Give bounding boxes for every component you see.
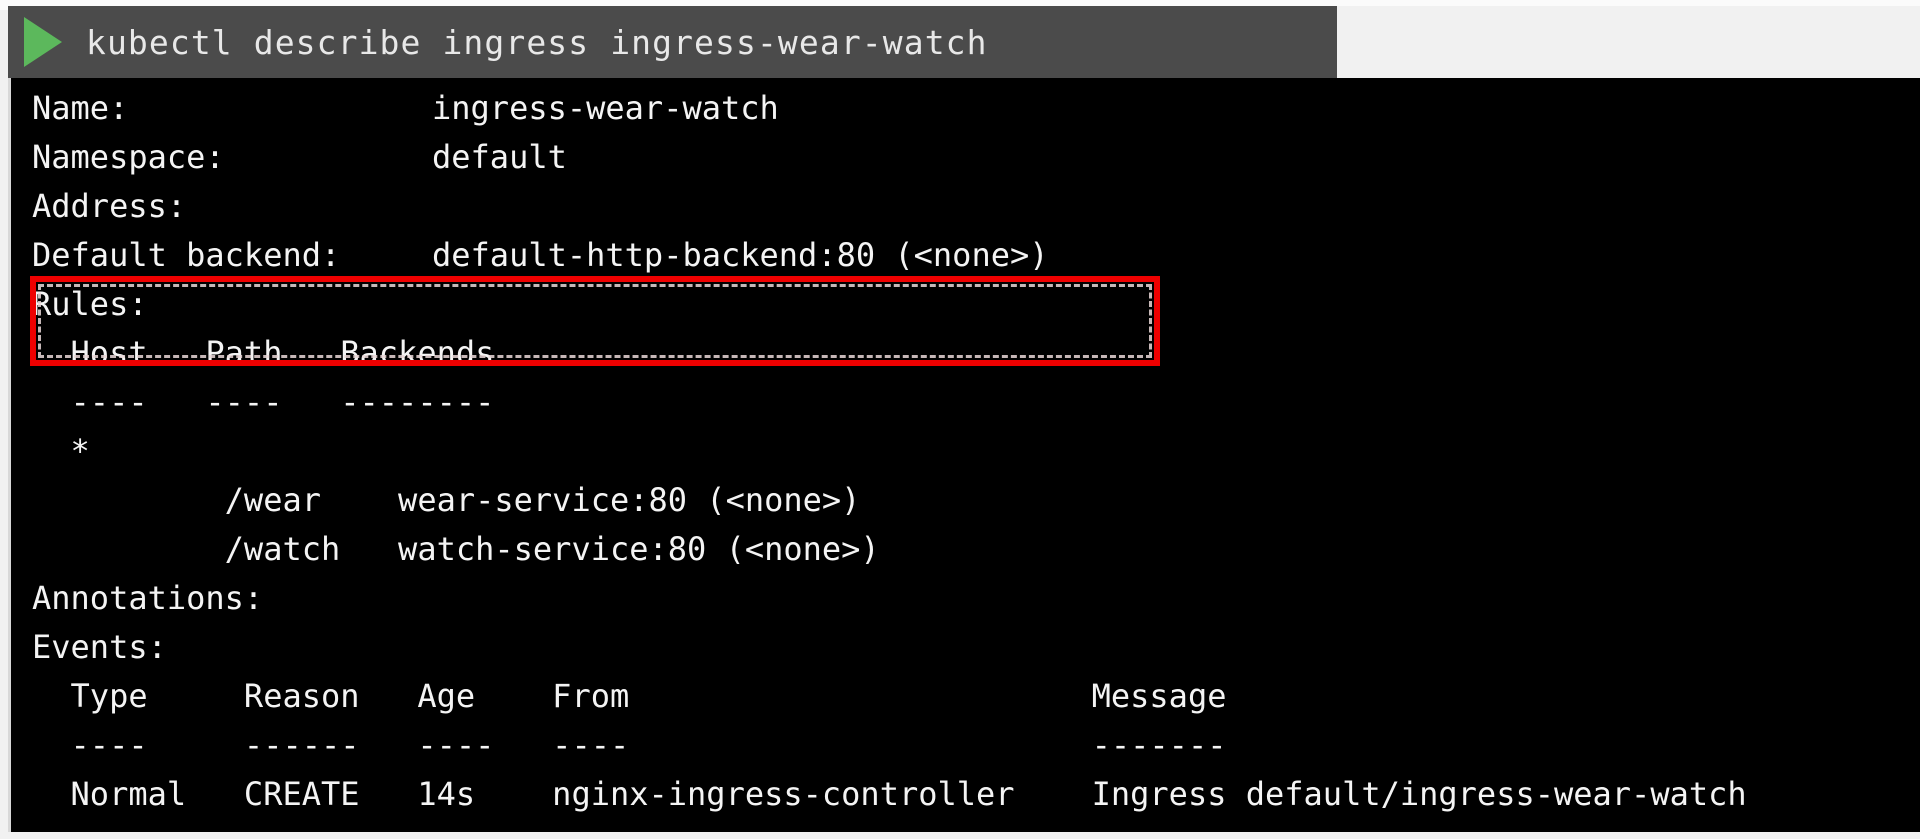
line-name: Name: ingress-wear-watch [32,84,1912,133]
label-name: Name: [32,89,129,127]
value-namespace: default [432,138,567,176]
rules-table-header: Host Path Backends [32,334,495,372]
rules-row-wear: /wear wear-service:80 (<none>) [32,481,861,519]
terminal-left-edge [8,78,11,832]
label-events: Events: [32,628,167,666]
events-table-row: Normal CREATE 14s nginx-ingress-controll… [32,775,1747,813]
events-table-header: Type Reason Age From Message [32,677,1227,715]
right-blank-panel [1337,6,1920,80]
label-annotations: Annotations: [32,579,264,617]
terminal-lines: Name: ingress-wear-watch Namespace: defaul… [32,84,1912,819]
rules-row-watch: /watch watch-service:80 (<none>) [32,530,880,568]
value-name: ingress-wear-watch [432,89,779,127]
label-address: Address: [32,187,187,225]
label-default-backend: Default backend: [32,236,341,274]
line-rules: Rules: [32,280,1912,329]
terminal-output: Name: ingress-wear-watch Namespace: defaul… [8,78,1920,832]
command-text: kubectl describe ingress ingress-wear-wa… [86,22,988,62]
command-bar[interactable]: kubectl describe ingress ingress-wear-wa… [8,6,1337,78]
line-default-backend: Default backend: default-http-backend:80 … [32,231,1912,280]
rules-host-row: * [32,432,90,470]
value-default-backend: default-http-backend:80 (<none>) [432,236,1049,274]
events-table-separator: ---- ------ ---- ---- ------- [32,726,1227,764]
label-namespace: Namespace: [32,138,225,176]
label-rules: Rules: [32,285,148,323]
line-address: Address: [32,182,1912,231]
line-events: Events: [32,623,1912,672]
terminal-screenshot: kubectl describe ingress ingress-wear-wa… [0,0,1920,839]
line-annotations: Annotations: [32,574,1912,623]
rules-table-separator: ---- ---- -------- [32,383,495,421]
line-namespace: Namespace: default [32,133,1912,182]
play-triangle-icon [20,6,66,78]
